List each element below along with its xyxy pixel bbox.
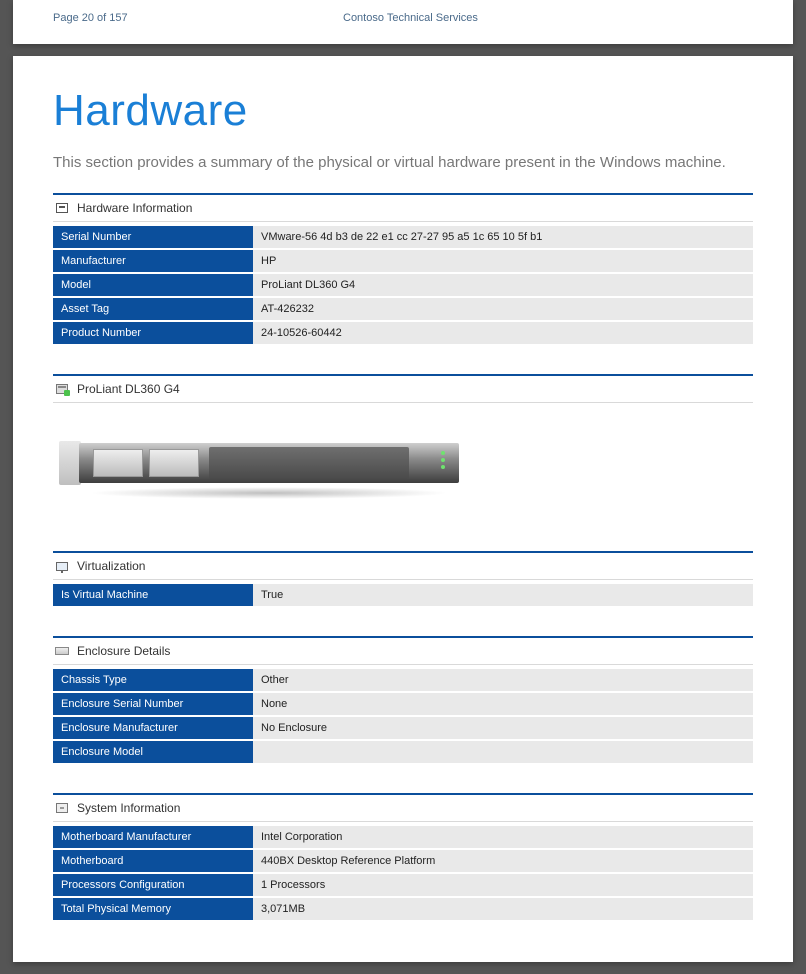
table-key: Motherboard Manufacturer	[53, 826, 253, 849]
table-row: ModelProLiant DL360 G4	[53, 273, 753, 297]
page-header: Page 20 of 157 Contoso Technical Service…	[13, 0, 793, 44]
table-value: Intel Corporation	[253, 826, 753, 849]
table-row: Chassis TypeOther	[53, 669, 753, 692]
table-value: HP	[253, 249, 753, 273]
section-title: System Information	[77, 801, 180, 815]
table-row: Enclosure Model	[53, 740, 753, 764]
table-value: VMware-56 4d b3 de 22 e1 cc 27-27 95 a5 …	[253, 226, 753, 249]
table-value: No Enclosure	[253, 716, 753, 740]
table-row: ManufacturerHP	[53, 249, 753, 273]
doc-title: Contoso Technical Services	[343, 12, 753, 24]
product-image-container	[53, 403, 753, 523]
table-key: Asset Tag	[53, 297, 253, 321]
table-key: Is Virtual Machine	[53, 584, 253, 607]
table-value: 440BX Desktop Reference Platform	[253, 849, 753, 873]
table-row: Total Physical Memory3,071MB	[53, 897, 753, 921]
server-icon	[55, 382, 69, 396]
table-row: Motherboard ManufacturerIntel Corporatio…	[53, 826, 753, 849]
table-key: Enclosure Manufacturer	[53, 716, 253, 740]
section-header: Virtualization	[53, 553, 753, 580]
hardware-information-section: Hardware Information Serial NumberVMware…	[53, 193, 753, 346]
table-key: Enclosure Model	[53, 740, 253, 764]
section-title: ProLiant DL360 G4	[77, 382, 180, 396]
table-value: Other	[253, 669, 753, 692]
table-value: 1 Processors	[253, 873, 753, 897]
section-description: This section provides a summary of the p…	[53, 154, 753, 171]
table-value: 24-10526-60442	[253, 321, 753, 345]
page-title: Hardware	[53, 86, 753, 136]
table-key: Product Number	[53, 321, 253, 345]
table-key: Manufacturer	[53, 249, 253, 273]
table-row: Asset TagAT-426232	[53, 297, 753, 321]
table-value: 3,071MB	[253, 897, 753, 921]
table-row: Product Number24-10526-60442	[53, 321, 753, 345]
page-header-strip: Page 20 of 157 Contoso Technical Service…	[13, 0, 793, 44]
table-key: Motherboard	[53, 849, 253, 873]
table-value	[253, 740, 753, 764]
system-info-section: System Information Motherboard Manufactu…	[53, 793, 753, 922]
table-value: ProLiant DL360 G4	[253, 273, 753, 297]
section-title: Hardware Information	[77, 201, 192, 215]
document-page: Hardware This section provides a summary…	[13, 56, 793, 962]
table-row: Motherboard440BX Desktop Reference Platf…	[53, 849, 753, 873]
page-number: Page 20 of 157	[53, 12, 343, 24]
table-row: Is Virtual MachineTrue	[53, 584, 753, 607]
monitor-icon	[55, 559, 69, 573]
hardware-info-table: Serial NumberVMware-56 4d b3 de 22 e1 cc…	[53, 226, 753, 346]
table-key: Chassis Type	[53, 669, 253, 692]
table-key: Serial Number	[53, 226, 253, 249]
table-row: Processors Configuration1 Processors	[53, 873, 753, 897]
enclosure-table: Chassis TypeOtherEnclosure Serial Number…	[53, 669, 753, 765]
table-key: Enclosure Serial Number	[53, 692, 253, 716]
enclosure-section: Enclosure Details Chassis TypeOtherEnclo…	[53, 636, 753, 765]
section-header: ProLiant DL360 G4	[53, 376, 753, 403]
table-value: None	[253, 692, 753, 716]
table-row: Enclosure Serial NumberNone	[53, 692, 753, 716]
table-row: Serial NumberVMware-56 4d b3 de 22 e1 cc…	[53, 226, 753, 249]
system-info-table: Motherboard ManufacturerIntel Corporatio…	[53, 826, 753, 922]
virtualization-table: Is Virtual MachineTrue	[53, 584, 753, 608]
enclosure-icon	[55, 644, 69, 658]
table-value: True	[253, 584, 753, 607]
virtualization-section: Virtualization Is Virtual MachineTrue	[53, 551, 753, 608]
table-key: Model	[53, 273, 253, 297]
product-image-section: ProLiant DL360 G4	[53, 374, 753, 523]
hardware-info-icon	[55, 201, 69, 215]
section-header: Hardware Information	[53, 195, 753, 222]
table-key: Processors Configuration	[53, 873, 253, 897]
table-row: Enclosure ManufacturerNo Enclosure	[53, 716, 753, 740]
section-title: Virtualization	[77, 559, 145, 573]
section-title: Enclosure Details	[77, 644, 170, 658]
table-value: AT-426232	[253, 297, 753, 321]
table-key: Total Physical Memory	[53, 897, 253, 921]
server-image	[59, 433, 459, 493]
section-header: Enclosure Details	[53, 638, 753, 665]
chip-icon	[55, 801, 69, 815]
section-header: System Information	[53, 795, 753, 822]
